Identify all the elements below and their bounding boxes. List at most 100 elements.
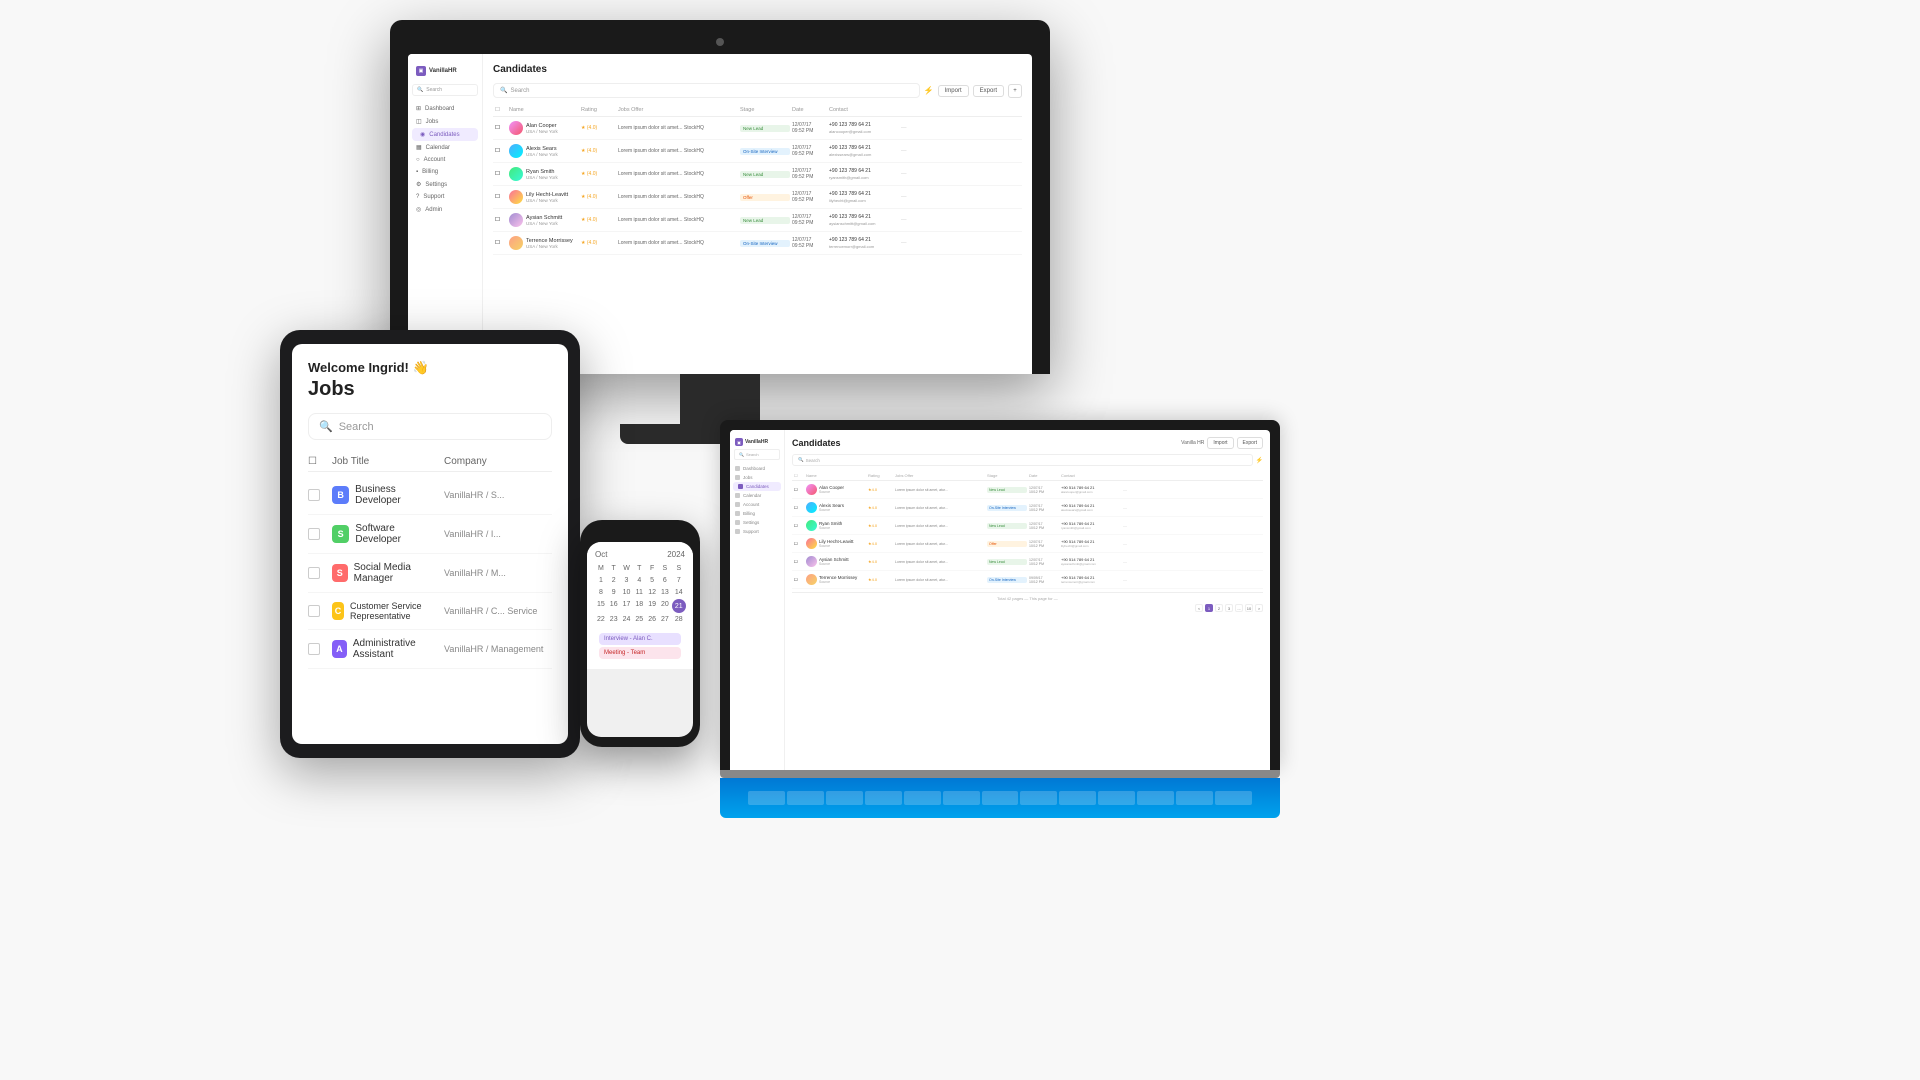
add-candidate-button[interactable]: + <box>1008 84 1022 98</box>
row-checkbox[interactable] <box>308 528 320 540</box>
row-check-l[interactable]: ☐ <box>794 487 804 492</box>
sidebar-item-support[interactable]: ? Support <box>408 191 482 203</box>
stage-badge: New Lead <box>740 217 790 224</box>
pg-1[interactable]: 1 <box>1205 604 1213 612</box>
laptop-date: 12/07/17 10/12 PM <box>1029 540 1059 548</box>
sidebar-item-calendar[interactable]: ▦ Calendar <box>408 141 482 154</box>
col-stage: Stage <box>740 107 790 113</box>
row-check[interactable]: ☐ <box>495 125 507 131</box>
more-icon-l[interactable]: — <box>1123 505 1133 510</box>
laptop-sidebar-calendar[interactable]: Calendar <box>730 491 784 500</box>
more-icon[interactable]: — <box>901 240 913 246</box>
laptop-sidebar-account[interactable]: Account <box>730 500 784 509</box>
desktop-search[interactable]: 🔍 Search <box>412 84 478 96</box>
more-icon-l[interactable]: — <box>1123 541 1133 546</box>
row-check-l[interactable]: ☐ <box>794 505 804 510</box>
pg-prev[interactable]: < <box>1195 604 1203 612</box>
mobile-phone: Oct 2024 M T W T F S S 1 2 3 4 <box>580 520 700 747</box>
more-icon-l[interactable]: — <box>1123 523 1133 528</box>
sidebar-item-jobs[interactable]: ◫ Jobs <box>408 115 482 128</box>
row-check-l[interactable]: ☐ <box>794 559 804 564</box>
col-check-tablet: ☐ <box>308 456 328 467</box>
key <box>865 791 902 805</box>
day-date: 13 <box>659 587 671 598</box>
laptop-candidate-info: Terrence Morrissey Source <box>819 575 857 584</box>
day-label: M <box>595 563 607 574</box>
tablet-search[interactable]: 🔍 Search <box>308 413 552 440</box>
laptop-sidebar-settings[interactable]: Settings <box>730 518 784 527</box>
pg-3[interactable]: 3 <box>1225 604 1233 612</box>
laptop-candidate-cell: Ryan Smith Source <box>806 520 866 531</box>
monitor-frame: ▣ VanillaHR 🔍 Search ⊞ Dashboard ◫ <box>390 20 1050 374</box>
row-check[interactable]: ☐ <box>495 148 507 154</box>
laptop-search[interactable]: 🔍 Search <box>734 449 780 460</box>
more-icon-l[interactable]: — <box>1123 487 1133 492</box>
account-icon: ○ <box>416 157 420 163</box>
candidate-rating: ★ (4.0) <box>581 217 616 223</box>
sidebar-item-account[interactable]: ○ Account <box>408 154 482 166</box>
laptop-nav-settings: Settings <box>743 520 759 525</box>
pg-next[interactable]: > <box>1255 604 1263 612</box>
laptop-sidebar-support[interactable]: Support <box>730 527 784 536</box>
laptop-email: alancooper@gmail.com <box>1061 490 1121 494</box>
stage-badge: New Lead <box>740 171 790 178</box>
tablet-welcome: Welcome Ingrid! 👋 <box>308 360 552 376</box>
laptop-nav-billing: Billing <box>743 511 755 516</box>
export-button[interactable]: Export <box>973 85 1004 97</box>
sidebar-label-account: Account <box>424 157 446 163</box>
sidebar-item-billing[interactable]: ▪ Billing <box>408 166 482 178</box>
laptop-logo-icon: ▣ <box>735 438 743 446</box>
laptop-search-placeholder: Search <box>806 458 820 463</box>
col-rating-l: Rating <box>868 473 893 478</box>
sidebar-item-admin[interactable]: ◎ Admin <box>408 203 482 216</box>
job-company: VanillaHR / M... <box>444 568 552 578</box>
laptop-candidate-info: Alexis Sears Source <box>819 503 844 512</box>
laptop-stage: New Lead <box>987 559 1027 565</box>
contact-phone: +90 123 789 64 21 <box>829 237 899 243</box>
pg-last[interactable]: 10 <box>1245 604 1253 612</box>
dot-icon <box>735 520 740 525</box>
laptop-import-btn[interactable]: Import <box>1207 437 1233 449</box>
laptop-search-bar[interactable]: 🔍 Search <box>792 454 1253 466</box>
import-button[interactable]: Import <box>938 85 969 97</box>
row-check[interactable]: ☐ <box>495 240 507 246</box>
more-icon-l[interactable]: — <box>1123 577 1133 582</box>
laptop-table-row: ☐ Lily Hecht-Leavitt Source ★4.0 Lore <box>792 535 1263 553</box>
row-check[interactable]: ☐ <box>495 217 507 223</box>
laptop-sidebar-billing[interactable]: Billing <box>730 509 784 518</box>
settings-icon: ⚙ <box>416 181 421 188</box>
laptop-logo: ▣ VanillaHR <box>730 435 784 449</box>
laptop-sidebar-candidates[interactable]: Candidates <box>733 482 781 491</box>
sidebar-item-candidates[interactable]: ◉ Candidates <box>412 128 478 141</box>
laptop-export-btn[interactable]: Export <box>1237 437 1263 449</box>
sidebar-item-settings[interactable]: ⚙ Settings <box>408 178 482 191</box>
day-date: 12 <box>646 587 658 598</box>
tablet-jobs-title: Jobs <box>308 378 552 401</box>
more-icon-l[interactable]: — <box>1123 559 1133 564</box>
row-check-l[interactable]: ☐ <box>794 577 804 582</box>
more-icon[interactable]: — <box>901 148 913 154</box>
pg-2[interactable]: 2 <box>1215 604 1223 612</box>
laptop-sidebar-dashboard[interactable]: Dashboard <box>730 464 784 473</box>
laptop-sidebar-jobs[interactable]: Jobs <box>730 473 784 482</box>
more-icon[interactable]: — <box>901 194 913 200</box>
row-checkbox[interactable] <box>308 643 320 655</box>
row-checkbox[interactable] <box>308 489 320 501</box>
row-checkbox[interactable] <box>308 567 320 579</box>
search-label: Search <box>426 87 442 93</box>
row-check[interactable]: ☐ <box>495 171 507 177</box>
row-check[interactable]: ☐ <box>495 194 507 200</box>
sidebar-item-dashboard[interactable]: ⊞ Dashboard <box>408 102 482 115</box>
more-icon[interactable]: — <box>901 125 913 131</box>
sidebar-label-support: Support <box>423 194 444 200</box>
more-icon[interactable]: — <box>901 217 913 223</box>
candidates-search[interactable]: 🔍 Search <box>493 83 920 98</box>
day-date: 25 <box>633 614 645 625</box>
search-icon-tablet: 🔍 <box>319 420 333 433</box>
sidebar-label-settings: Settings <box>425 182 447 188</box>
contact-phone: +90 123 789 64 21 <box>829 145 899 151</box>
row-checkbox[interactable] <box>308 605 320 617</box>
row-check-l[interactable]: ☐ <box>794 541 804 546</box>
more-icon[interactable]: — <box>901 171 913 177</box>
row-check-l[interactable]: ☐ <box>794 523 804 528</box>
